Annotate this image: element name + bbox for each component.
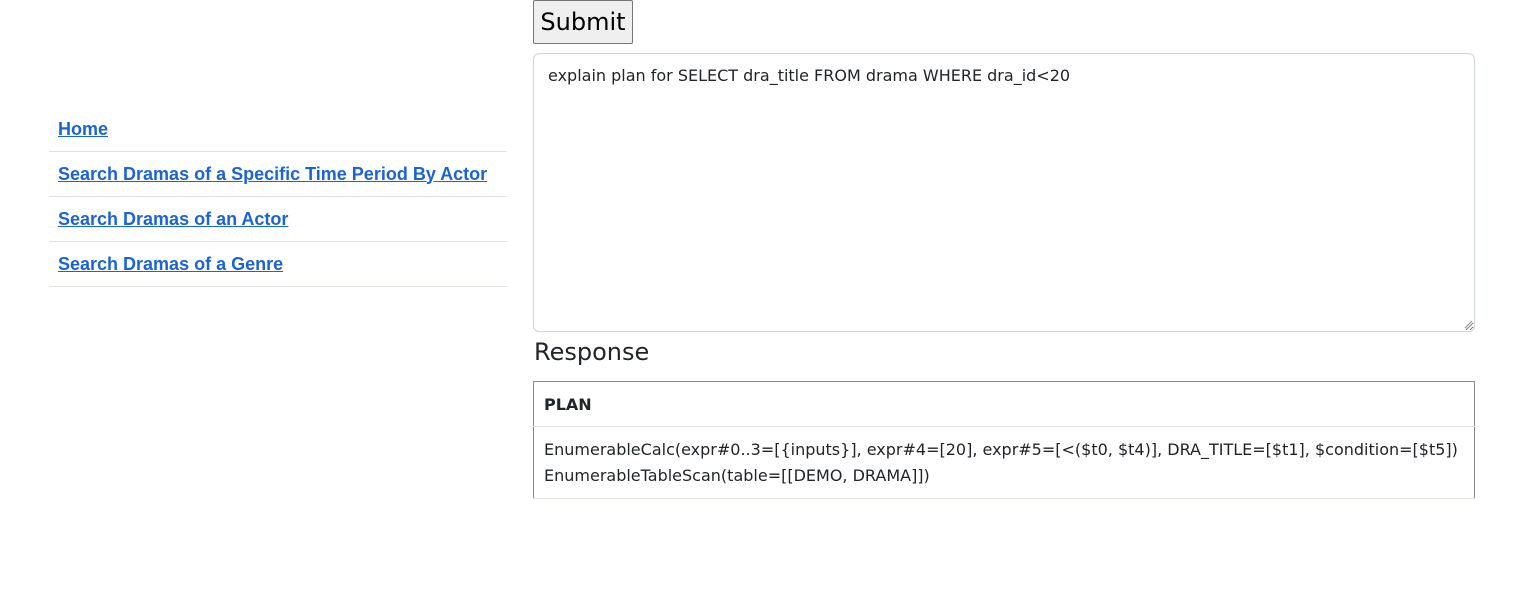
response-heading: Response xyxy=(534,338,650,366)
sidebar-item-home: Home xyxy=(49,108,507,152)
search-actor-link[interactable]: Search Dramas of an Actor xyxy=(58,209,288,230)
search-genre-link[interactable]: Search Dramas of a Genre xyxy=(58,254,283,275)
search-time-period-by-actor-link[interactable]: Search Dramas of a Specific Time Period … xyxy=(58,164,487,185)
sidebar-nav: Home Search Dramas of a Specific Time Pe… xyxy=(49,108,507,287)
sidebar-item-time-period-by-actor: Search Dramas of a Specific Time Period … xyxy=(49,152,507,197)
submit-button[interactable]: Submit xyxy=(533,0,633,44)
response-table: PLAN EnumerableCalc(expr#0..3=[{inputs}]… xyxy=(533,381,1475,499)
sidebar-item-actor: Search Dramas of an Actor xyxy=(49,197,507,242)
sidebar-item-genre: Search Dramas of a Genre xyxy=(49,242,507,287)
table-header-row: PLAN xyxy=(533,381,1475,427)
resize-grip-icon[interactable] xyxy=(1463,319,1473,329)
table-row: EnumerableCalc(expr#0..3=[{inputs}], exp… xyxy=(533,426,1475,499)
plan-cell: EnumerableCalc(expr#0..3=[{inputs}], exp… xyxy=(533,426,1475,499)
query-textarea[interactable]: explain plan for SELECT dra_title FROM d… xyxy=(533,53,1475,332)
home-link[interactable]: Home xyxy=(58,119,108,140)
column-header-plan: PLAN xyxy=(533,381,1475,427)
page: Home Search Dramas of a Specific Time Pe… xyxy=(0,0,1529,606)
